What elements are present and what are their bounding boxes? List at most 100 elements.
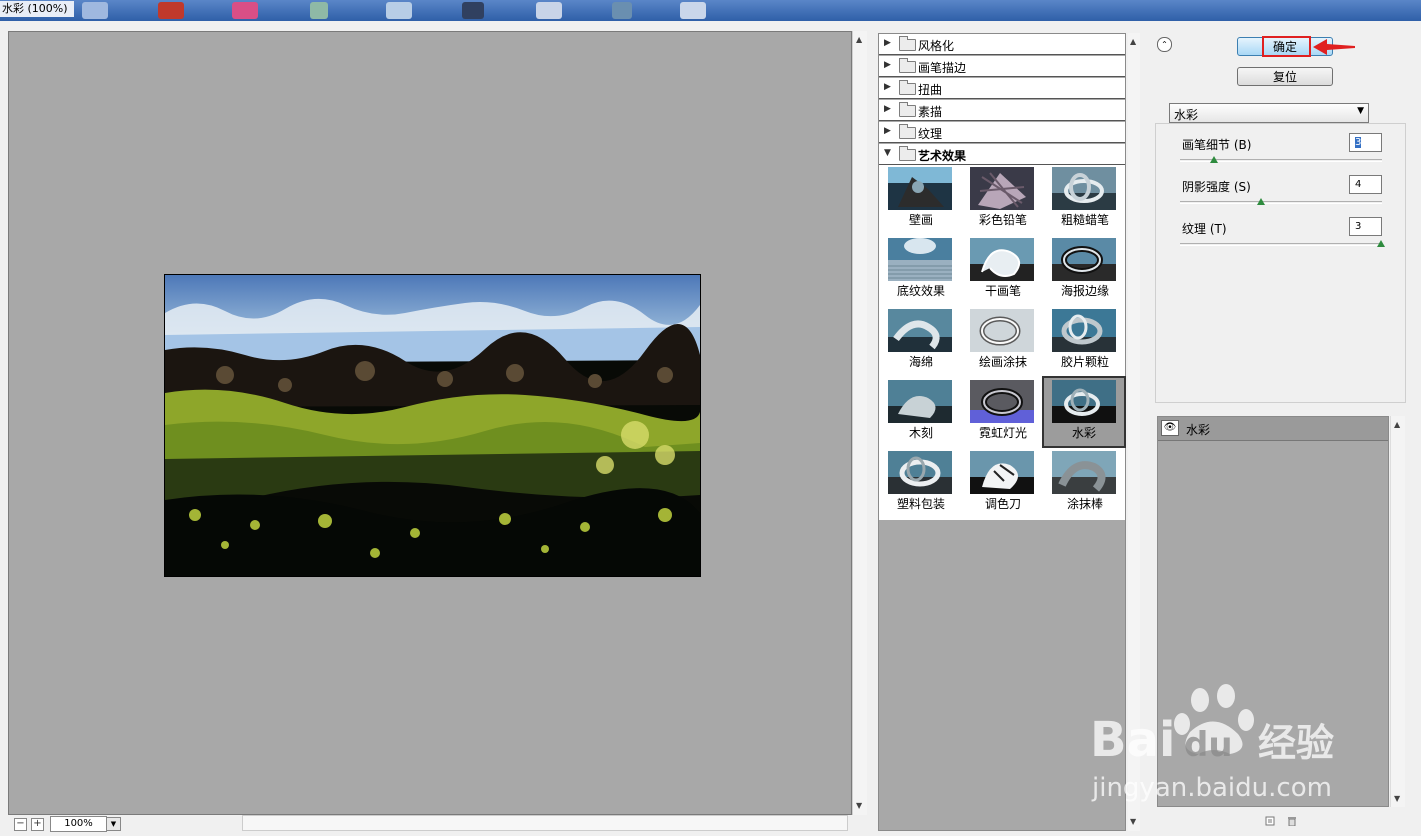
scroll-down-icon[interactable]: ▼	[856, 801, 862, 811]
filter-thumb[interactable]: 底纹效果	[880, 236, 952, 304]
param-label-brush-detail: 画笔细节 (B)	[1182, 138, 1252, 152]
category-label: 风格化	[918, 39, 955, 53]
expand-arrow-icon[interactable]: ▶	[884, 126, 891, 136]
eye-icon[interactable]: 👁	[1161, 420, 1179, 436]
scroll-down-icon[interactable]: ▼	[1130, 817, 1136, 827]
zoom-dropdown-icon[interactable]: ▼	[106, 817, 121, 831]
category-label: 艺术效果	[918, 149, 967, 163]
taskbar-app-icon[interactable]	[386, 2, 412, 19]
filter-preview-icon	[1052, 238, 1116, 281]
category-row[interactable]: ▶ 风格化	[879, 34, 1125, 55]
filter-label: 涂抹棒	[1066, 497, 1103, 511]
effect-layer-label: 水彩	[1186, 423, 1211, 437]
filter-thumb[interactable]: 彩色铅笔	[962, 165, 1034, 233]
taskbar-app-icon[interactable]	[310, 2, 328, 19]
chevron-down-icon: ▼	[1357, 106, 1364, 116]
filter-preview-icon	[1052, 167, 1116, 210]
folder-icon	[899, 80, 916, 95]
filter-thumb[interactable]: 干画笔	[962, 236, 1034, 304]
category-label: 画笔描边	[918, 61, 967, 75]
watermark-url: jingyan.baidu.com	[1091, 773, 1332, 803]
trash-icon[interactable]	[1287, 816, 1297, 826]
new-effect-layer-icon[interactable]	[1265, 816, 1275, 826]
param-label-texture: 纹理 (T)	[1182, 222, 1227, 236]
expand-arrow-icon[interactable]: ▶	[884, 104, 891, 114]
taskbar-app-icon[interactable]	[536, 2, 562, 19]
filter-preview-icon	[888, 309, 952, 352]
filter-thumb[interactable]: 海报边缘	[1044, 236, 1116, 304]
filter-thumb[interactable]: 绘画涂抹	[962, 307, 1034, 375]
filter-preview-icon	[888, 380, 952, 423]
collapse-arrow-icon[interactable]: ▼	[884, 148, 891, 158]
filter-thumb[interactable]: 霓虹灯光	[962, 378, 1034, 446]
filter-thumb[interactable]: 粗糙蜡笔	[1044, 165, 1116, 233]
collapse-gallery-icon[interactable]: ⌃	[1157, 37, 1172, 52]
filter-label: 绘画涂抹	[978, 355, 1027, 369]
shadow-intensity-slider[interactable]	[1180, 201, 1382, 204]
shadow-intensity-input[interactable]: 4	[1349, 175, 1382, 194]
zoom-level[interactable]: 100%	[50, 816, 107, 832]
expand-arrow-icon[interactable]: ▶	[884, 60, 891, 70]
scroll-up-icon[interactable]: ▲	[1394, 420, 1400, 430]
category-row[interactable]: ▶ 画笔描边	[879, 56, 1125, 77]
preview-area[interactable]	[8, 31, 852, 815]
filter-label: 胶片颗粒	[1060, 355, 1109, 369]
filter-label: 干画笔	[984, 284, 1021, 298]
svg-text:du: du	[1184, 725, 1233, 765]
texture-slider[interactable]	[1180, 243, 1382, 246]
filter-thumb[interactable]: 海绵	[880, 307, 952, 375]
filter-label: 水彩	[1071, 426, 1096, 440]
taskbar-app-icon[interactable]	[612, 2, 632, 19]
filter-thumb[interactable]: 调色刀	[962, 449, 1034, 517]
effect-layer-row[interactable]: 👁 水彩	[1158, 417, 1388, 441]
filter-label: 壁画	[908, 213, 933, 227]
layers-scrollbar[interactable]: ▲ ▼	[1390, 416, 1405, 807]
filter-preview-icon	[970, 238, 1034, 281]
category-row[interactable]: ▶ 扭曲	[879, 78, 1125, 99]
filter-label: 底纹效果	[896, 284, 945, 298]
filter-thumb[interactable]: 木刻	[880, 378, 952, 446]
taskbar-app-icon[interactable]	[462, 2, 484, 19]
taskbar-app-icon[interactable]	[158, 2, 184, 19]
zoom-bar: − + 100% ▼	[8, 815, 852, 835]
folder-icon	[899, 36, 916, 51]
filter-select-value: 水彩	[1174, 108, 1199, 122]
reset-button[interactable]: 复位	[1237, 67, 1333, 86]
filter-thumb-selected[interactable]: 水彩	[1042, 376, 1126, 448]
zoom-out-button[interactable]: −	[14, 818, 27, 831]
preview-vertical-scrollbar[interactable]: ▲ ▼	[852, 31, 867, 815]
highlight-box	[1262, 36, 1311, 57]
window-titlebar: 水彩 (100%)	[0, 0, 1421, 21]
texture-slider-thumb[interactable]	[1377, 240, 1385, 247]
brush-detail-slider-thumb[interactable]	[1210, 156, 1218, 163]
texture-input[interactable]: 3	[1349, 217, 1382, 236]
category-row[interactable]: ▶ 素描	[879, 100, 1125, 121]
taskbar-app-icon[interactable]	[82, 2, 108, 19]
category-row[interactable]: ▶ 纹理	[879, 122, 1125, 143]
scroll-up-icon[interactable]: ▲	[856, 35, 862, 45]
folder-icon	[899, 102, 916, 117]
expand-arrow-icon[interactable]: ▶	[884, 38, 891, 48]
category-row-open[interactable]: ▼ 艺术效果	[879, 144, 1125, 165]
filter-preview-icon	[970, 167, 1034, 210]
filter-select[interactable]: 水彩 ▼	[1169, 103, 1369, 123]
window-title: 水彩 (100%)	[0, 1, 74, 17]
filter-thumb[interactable]: 胶片颗粒	[1044, 307, 1116, 375]
shadow-intensity-slider-thumb[interactable]	[1257, 198, 1265, 205]
filter-preview-icon	[970, 309, 1034, 352]
expand-arrow-icon[interactable]: ▶	[884, 82, 891, 92]
filter-thumb[interactable]: 涂抹棒	[1044, 449, 1116, 517]
scroll-up-icon[interactable]: ▲	[1130, 37, 1136, 47]
preview-horizontal-scrollbar[interactable]	[242, 815, 848, 831]
brush-detail-input[interactable]: 3	[1349, 133, 1382, 152]
filter-label: 海绵	[908, 355, 933, 369]
taskbar-app-icon[interactable]	[232, 2, 258, 19]
pointer-arrow-icon	[1313, 39, 1355, 55]
preview-image	[164, 274, 701, 577]
scroll-down-icon[interactable]: ▼	[1394, 794, 1400, 804]
taskbar-app-icon[interactable]	[680, 2, 706, 19]
filter-label: 塑料包装	[896, 497, 945, 511]
zoom-in-button[interactable]: +	[31, 818, 44, 831]
filter-thumb[interactable]: 壁画	[880, 165, 952, 233]
filter-thumb[interactable]: 塑料包装	[880, 449, 952, 517]
